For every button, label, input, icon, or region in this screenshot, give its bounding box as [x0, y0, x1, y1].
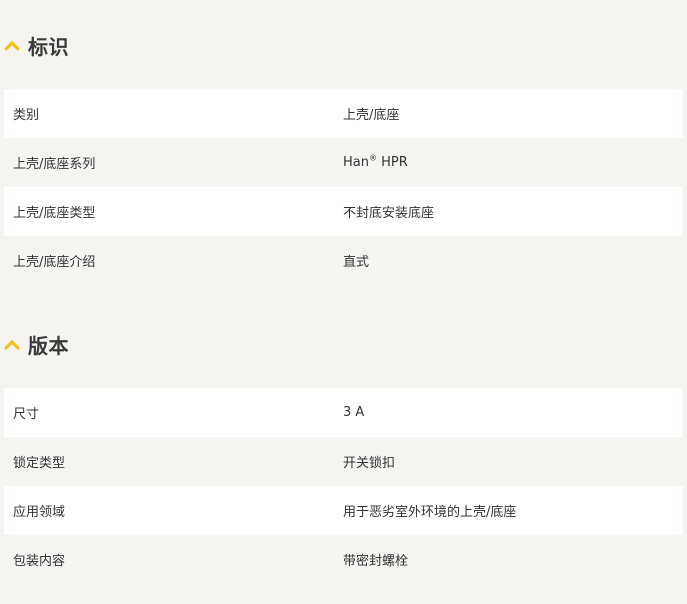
- chevron-up-icon[interactable]: [4, 39, 20, 51]
- table-row: 包装内容 带密封螺栓: [4, 535, 683, 584]
- section-version: 版本 尺寸 3 A 锁定类型 开关锁扣 应用领域 用于恶劣室外环境的上壳/底座 …: [4, 325, 683, 584]
- series-name: Han: [343, 155, 369, 170]
- row-label-lock-type: 锁定类型: [13, 456, 66, 471]
- table-row: 上壳/底座类型 不封底安装底座: [4, 187, 683, 236]
- row-value-lock-type: 开关锁扣: [343, 456, 396, 471]
- section-identification-table: 类别 上壳/底座 上壳/底座系列 Han® HPR 上壳/底座类型 不封底安装底…: [4, 89, 683, 285]
- section-identification-title: 标识: [28, 34, 69, 59]
- registered-mark: ®: [368, 153, 377, 163]
- section-identification-header[interactable]: 标识: [4, 26, 683, 64]
- table-row: 上壳/底座系列 Han® HPR: [4, 138, 683, 187]
- row-label-series: 上壳/底座系列: [13, 157, 96, 172]
- section-version-table: 尺寸 3 A 锁定类型 开关锁扣 应用领域 用于恶劣室外环境的上壳/底座 包装内…: [4, 388, 683, 584]
- row-label-category: 类别: [13, 108, 40, 123]
- series-suffix: HPR: [376, 155, 408, 170]
- row-value-package: 带密封螺栓: [343, 554, 409, 569]
- table-row: 锁定类型 开关锁扣: [4, 437, 683, 486]
- chevron-up-icon[interactable]: [4, 338, 20, 350]
- product-details-page: 标识 类别 上壳/底座 上壳/底座系列 Han® HPR 上壳/底座类型 不封底…: [0, 0, 687, 604]
- table-row: 类别 上壳/底座: [4, 89, 683, 138]
- section-identification: 标识 类别 上壳/底座 上壳/底座系列 Han® HPR 上壳/底座类型 不封底…: [4, 26, 683, 285]
- row-value-description: 直式: [343, 255, 370, 270]
- section-version-header[interactable]: 版本: [4, 325, 683, 363]
- row-label-package: 包装内容: [13, 554, 66, 569]
- row-label-type: 上壳/底座类型: [13, 206, 96, 221]
- row-value-series: Han® HPR: [343, 153, 683, 170]
- table-row: 上壳/底座介绍 直式: [4, 236, 683, 285]
- table-row: 尺寸 3 A: [4, 388, 683, 437]
- row-value-category: 上壳/底座: [343, 108, 400, 123]
- row-label-size: 尺寸: [13, 407, 40, 422]
- section-version-title: 版本: [28, 333, 69, 358]
- row-label-description: 上壳/底座介绍: [13, 255, 96, 270]
- row-value-size: 3 A: [343, 405, 365, 420]
- table-row: 应用领域 用于恶劣室外环境的上壳/底座: [4, 486, 683, 535]
- row-value-application: 用于恶劣室外环境的上壳/底座: [343, 505, 517, 520]
- row-label-application: 应用领域: [13, 505, 66, 520]
- row-value-type: 不封底安装底座: [343, 206, 435, 221]
